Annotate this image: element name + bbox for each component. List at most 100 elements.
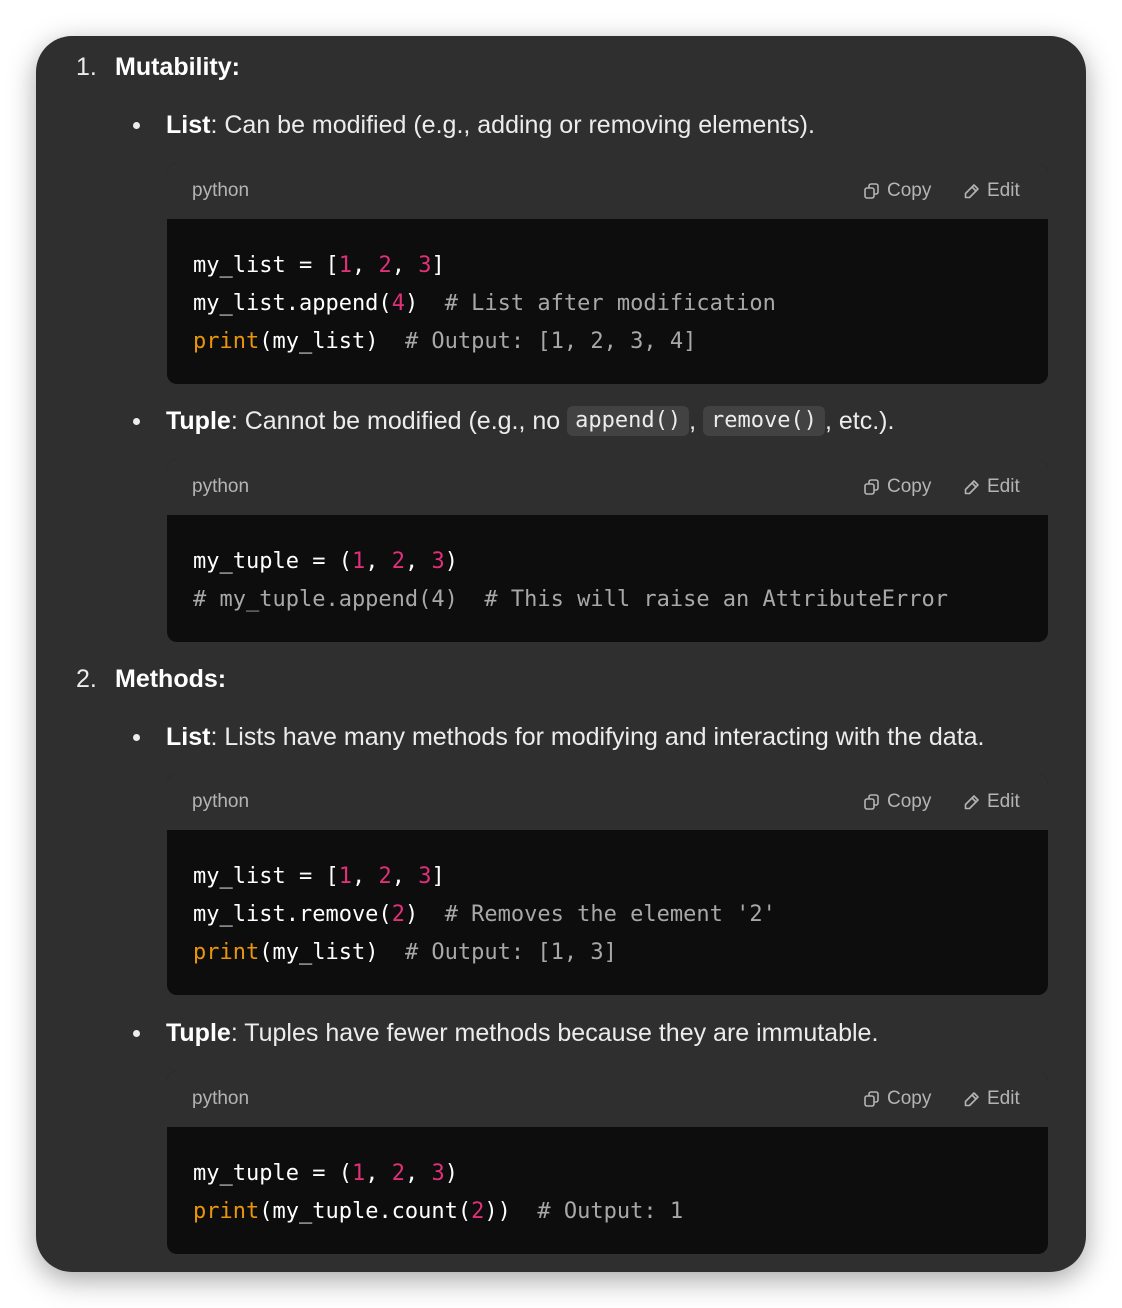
code-line: my_tuple = (1, 2, 3) — [193, 1155, 1023, 1193]
code-token: print — [193, 329, 260, 354]
section-heading-text: Methods — [115, 665, 218, 693]
bullet-label: List — [166, 723, 211, 751]
list-number: 1. — [76, 53, 97, 81]
code-token: my_list = [ — [193, 253, 339, 278]
code-language-label: python — [192, 791, 250, 812]
code-token: ) — [404, 291, 445, 316]
code-token: )) — [484, 1199, 538, 1224]
bullet-text: , etc.). — [825, 407, 895, 435]
code-token: 4 — [391, 291, 405, 316]
code-token: # Removes the element '2' — [444, 902, 776, 927]
code-line: my_list.remove(2) # Removes the element … — [193, 896, 1023, 934]
code-token: # my_tuple.append(4) # This will raise a… — [193, 587, 948, 612]
copy-code-button[interactable]: Copy — [864, 789, 931, 815]
bullet-item: List: Lists have many methods for modify… — [166, 722, 985, 752]
edit-code-button[interactable]: Edit — [963, 789, 1020, 815]
code-token: , — [365, 549, 392, 574]
bullet-separator: : — [230, 1019, 245, 1047]
copy-code-button[interactable]: Copy — [864, 1086, 931, 1112]
code-block-header: python Copy Edit — [167, 163, 1048, 219]
edit-code-button[interactable]: Edit — [963, 474, 1020, 500]
edit-label: Edit — [987, 180, 1020, 201]
bullet-separator: : — [210, 723, 225, 751]
code-line: my_list.append(4) # List after modificat… — [193, 285, 1023, 323]
bullet-dot — [133, 418, 140, 425]
copy-icon — [864, 794, 879, 810]
code-token: 3 — [418, 253, 432, 278]
code-line: my_tuple = (1, 2, 3) — [193, 543, 1023, 581]
code-language-label: python — [192, 476, 250, 497]
inline-code: remove() — [703, 406, 825, 436]
code-token: , — [351, 253, 379, 278]
bullet-item: Tuple: Tuples have fewer methods because… — [166, 1018, 878, 1048]
section-heading-text: Mutability — [115, 53, 232, 81]
code-token: 1 — [338, 864, 352, 889]
bullet-label: Tuple — [166, 1019, 231, 1047]
inline-code: append() — [567, 406, 690, 436]
code-language-label: python — [192, 1088, 250, 1109]
code-token: , — [365, 1161, 392, 1186]
heading-colon: : — [231, 53, 240, 81]
code-line: print(my_tuple.count(2)) # Output: 1 — [193, 1193, 1023, 1231]
bullet-label: List — [166, 111, 211, 139]
bullet-text: Tuples have fewer methods because they a… — [244, 1019, 879, 1047]
code-token: 3 — [431, 549, 445, 574]
code-token: 1 — [338, 253, 352, 278]
code-token: 2 — [378, 864, 392, 889]
heading-colon: : — [217, 665, 227, 693]
code-token: 1 — [351, 1161, 366, 1186]
bullet-text: Cannot be modified (e.g., no — [244, 407, 568, 435]
bullet-separator: : — [230, 407, 245, 435]
code-token: 3 — [431, 1161, 445, 1186]
code-language-label: python — [192, 180, 250, 201]
code-token: print — [193, 940, 260, 965]
bullet-text: Can be modified (e.g., adding or removin… — [224, 111, 815, 139]
bullet-item: List: Can be modified (e.g., adding or r… — [166, 110, 815, 140]
code-token: my_tuple = ( — [193, 1161, 352, 1186]
code-token: , — [351, 864, 379, 889]
code-line: my_list = [1, 2, 3] — [193, 858, 1023, 896]
code-token: 3 — [418, 864, 432, 889]
code-token: (my_tuple.count( — [259, 1199, 472, 1224]
edit-label: Edit — [987, 1088, 1020, 1109]
copy-code-button[interactable]: Copy — [864, 474, 931, 500]
code-token: my_tuple = ( — [193, 549, 352, 574]
code-token: my_list.remove( — [193, 902, 392, 927]
code-token: , — [404, 549, 432, 574]
code-block-header: python Copy Edit — [167, 459, 1048, 515]
code-token: 2 — [391, 549, 405, 574]
code-content: my_list = [1, 2, 3] my_list.remove(2) # R… — [167, 830, 1048, 972]
copy-icon — [864, 1091, 879, 1107]
code-token: 2 — [391, 902, 405, 927]
code-token: # Output: [1, 2, 3, 4] — [404, 329, 697, 354]
copy-icon — [864, 183, 879, 199]
pencil-icon — [964, 1091, 979, 1106]
code-line: print(my_list) # Output: [1, 3] — [193, 934, 1023, 972]
code-block: python Copy Edit my_list = [1, 2, 3] my_l… — [167, 774, 1048, 995]
code-token: ) — [444, 549, 458, 574]
copy-label: Copy — [887, 1088, 932, 1109]
bullet-dot — [133, 122, 140, 129]
copy-code-button[interactable]: Copy — [864, 178, 931, 204]
code-token: , — [404, 1161, 432, 1186]
pencil-icon — [964, 183, 979, 198]
code-block: python Copy Edit my_list = [1, 2, 3] my_l… — [167, 163, 1048, 384]
code-token: # List after modification — [444, 291, 776, 316]
copy-icon — [864, 479, 879, 495]
code-content: my_list = [1, 2, 3] my_list.append(4) # L… — [167, 219, 1048, 361]
code-content: my_tuple = (1, 2, 3) # my_tuple.append(4)… — [167, 515, 1048, 619]
chat-message-content: 1. Mutability: List: Can be modified (e.… — [36, 36, 1086, 1272]
bullet-text: Lists have many methods for modifying an… — [224, 723, 985, 751]
edit-label: Edit — [987, 476, 1020, 497]
code-line: print(my_list) # Output: [1, 2, 3, 4] — [193, 323, 1023, 361]
code-token: 2 — [471, 1199, 485, 1224]
code-block-header: python Copy Edit — [167, 774, 1048, 830]
code-token: my_list.append( — [193, 291, 392, 316]
bullet-text: , — [689, 407, 704, 435]
edit-code-button[interactable]: Edit — [963, 178, 1020, 204]
code-token: my_list = [ — [193, 864, 339, 889]
edit-code-button[interactable]: Edit — [963, 1086, 1020, 1112]
code-token: print — [193, 1199, 260, 1224]
pencil-icon — [964, 479, 979, 494]
edit-label: Edit — [987, 791, 1020, 812]
